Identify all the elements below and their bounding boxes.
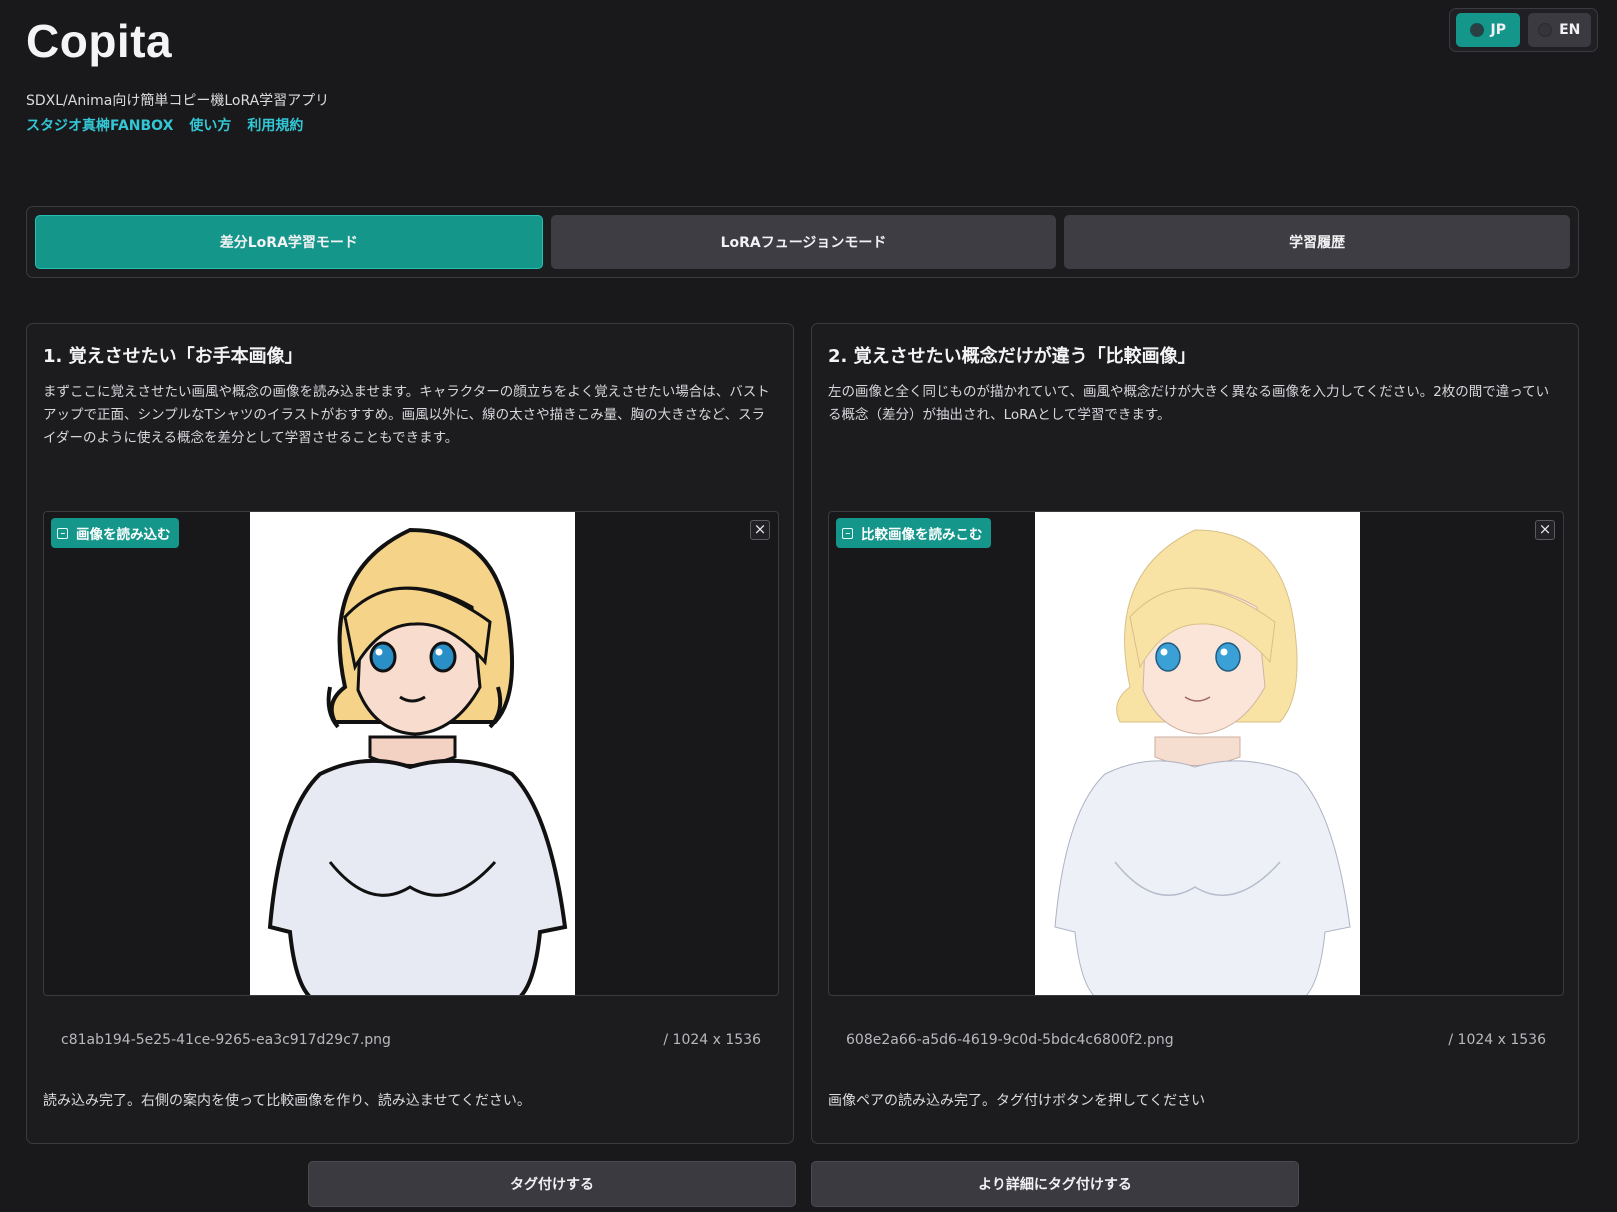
image-dropzone[interactable]: 比較画像を読みこむ × — [828, 511, 1564, 996]
status-message: 画像ペアの読み込み完了。タグ付けボタンを押してください — [828, 1093, 1206, 1109]
panel-heading: 2. 覚えさせたい概念だけが違う「比較画像」 — [828, 346, 1196, 367]
load-image-label: 比較画像を読みこむ — [861, 527, 983, 543]
panel-description: 左の画像と全く同じものが描かれていて、画風や概念だけが大きく異なる画像を入力して… — [828, 384, 1550, 423]
file-name: 608e2a66-a5d6-4619-9c0d-5bdc4c6800f2.png — [846, 1032, 1174, 1048]
reference-image-panel: 1. 覚えさせたい「お手本画像」 まずここに覚えさせたい画風や概念の画像を読み込… — [26, 323, 794, 1144]
image-dimensions: / 1024 x 1536 — [1448, 1032, 1546, 1048]
file-meta: c81ab194-5e25-41ce-9265-ea3c917d29c7.png… — [61, 1032, 761, 1048]
character-illustration-soft — [1035, 512, 1360, 995]
radio-dot-icon — [1469, 23, 1484, 37]
tab-lora-fusion[interactable]: LoRAフュージョンモード — [550, 215, 1057, 269]
language-option-jp[interactable]: JP — [1456, 13, 1520, 47]
tab-training-history[interactable]: 学習履歴 — [1064, 215, 1571, 269]
image-dropzone[interactable]: 画像を読み込む × — [43, 511, 779, 996]
load-image-label: 画像を読み込む — [76, 527, 171, 543]
file-meta: 608e2a66-a5d6-4619-9c0d-5bdc4c6800f2.png… — [846, 1032, 1546, 1048]
app-subtitle: SDXL/Anima向け簡単コピー機LoRA学習アプリ — [26, 93, 330, 109]
close-icon[interactable]: × — [750, 520, 770, 540]
load-comparison-image-button[interactable]: 比較画像を読みこむ — [836, 518, 991, 548]
status-message: 読み込み完了。右側の案内を使って比較画像を作り、読み込ませてください。 — [43, 1093, 531, 1109]
image-icon — [57, 527, 68, 539]
panel-description: まずここに覚えさせたい画風や概念の画像を読み込ませます。キャラクターの顔立ちをよ… — [43, 384, 770, 446]
tag-button[interactable]: タグ付けする — [308, 1161, 796, 1207]
comparison-image-panel: 2. 覚えさせたい概念だけが違う「比較画像」 左の画像と全く同じものが描かれてい… — [811, 323, 1579, 1144]
reference-image — [250, 512, 575, 995]
image-dimensions: / 1024 x 1536 — [663, 1032, 761, 1048]
app-title: Copita — [26, 15, 173, 67]
mode-tabs: 差分LoRA学習モード LoRAフュージョンモード 学習履歴 — [26, 206, 1579, 278]
header-links: スタジオ真榊FANBOX 使い方 利用規約 — [26, 115, 303, 135]
load-image-button[interactable]: 画像を読み込む — [51, 518, 179, 548]
character-illustration-bold — [250, 512, 575, 995]
radio-dot-icon — [1538, 23, 1553, 37]
terms-link[interactable]: 利用規約 — [247, 115, 303, 135]
detailed-tag-button[interactable]: より詳細にタグ付けする — [811, 1161, 1299, 1207]
language-label: JP — [1490, 22, 1506, 38]
fanbox-link[interactable]: スタジオ真榊FANBOX — [26, 115, 173, 135]
how-to-use-link[interactable]: 使い方 — [189, 115, 231, 135]
image-icon — [842, 527, 853, 539]
language-option-en[interactable]: EN — [1527, 13, 1591, 47]
comparison-image — [1035, 512, 1360, 995]
close-icon[interactable]: × — [1535, 520, 1555, 540]
tab-diff-lora-training[interactable]: 差分LoRA学習モード — [35, 215, 543, 269]
file-name: c81ab194-5e25-41ce-9265-ea3c917d29c7.png — [61, 1032, 391, 1048]
panel-heading: 1. 覚えさせたい「お手本画像」 — [43, 346, 303, 367]
language-toggle: JP EN — [1449, 8, 1598, 52]
language-label: EN — [1559, 22, 1581, 38]
